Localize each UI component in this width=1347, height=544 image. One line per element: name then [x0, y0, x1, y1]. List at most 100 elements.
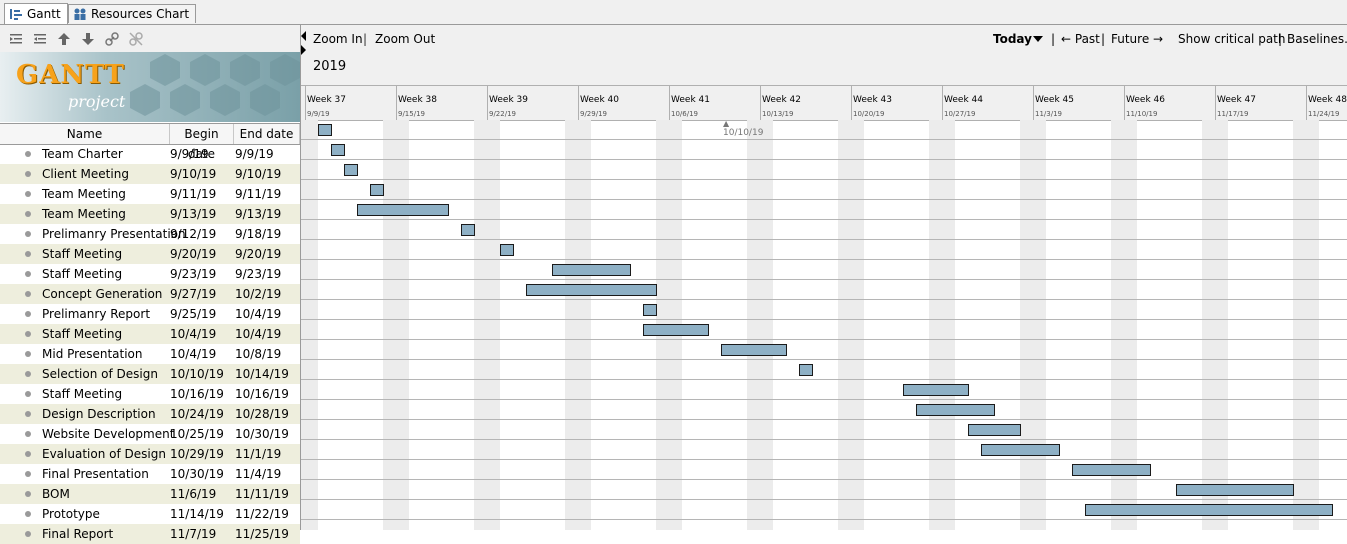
task-bar[interactable]	[1072, 464, 1151, 476]
task-bar[interactable]	[331, 144, 345, 156]
column-header-name[interactable]: Name	[0, 124, 170, 144]
task-bar[interactable]	[318, 124, 332, 136]
row-divider	[301, 179, 1347, 180]
tab-resources-label: Resources Chart	[91, 7, 190, 21]
task-name[interactable]: Staff Meeting	[42, 264, 122, 284]
move-down-icon[interactable]	[80, 31, 96, 47]
task-bar[interactable]	[968, 424, 1021, 436]
expand-right-icon[interactable]	[301, 45, 306, 55]
task-row[interactable]: Final Presentation 10/30/19 11/4/19	[0, 464, 300, 484]
today-caret-icon: ▲	[723, 119, 730, 128]
task-name[interactable]: BOM	[42, 484, 70, 504]
task-row[interactable]: Selection of Design 10/10/19 10/14/19	[0, 364, 300, 384]
task-end-date: 9/13/19	[235, 207, 282, 221]
task-bar[interactable]	[643, 304, 657, 316]
past-link[interactable]: ← Past	[1061, 32, 1100, 46]
week-column-header: Week 40 9/29/19	[578, 86, 670, 120]
task-row[interactable]: Concept Generation 9/27/19 10/2/19	[0, 284, 300, 304]
task-bar[interactable]	[721, 344, 787, 356]
task-bar[interactable]	[552, 264, 631, 276]
task-name[interactable]: Client Meeting	[42, 164, 129, 184]
task-row[interactable]: Mid Presentation 10/4/19 10/8/19	[0, 344, 300, 364]
task-name[interactable]: Final Presentation	[42, 464, 149, 484]
row-divider	[301, 519, 1347, 520]
task-name[interactable]: Selection of Design	[42, 364, 158, 384]
task-begin-date: 9/13/19	[170, 207, 217, 221]
task-bullet-icon	[25, 151, 31, 157]
task-row[interactable]: Team Charter 9/9/19 9/9/19	[0, 144, 300, 164]
task-name[interactable]: Website Development	[42, 424, 174, 444]
task-name[interactable]: Concept Generation	[42, 284, 162, 304]
task-row[interactable]: Team Meeting 9/13/19 9/13/19	[0, 204, 300, 224]
task-end-date: 10/2/19	[235, 287, 282, 301]
task-name[interactable]: Team Meeting	[42, 204, 126, 224]
critical-path-link[interactable]: Show critical path	[1178, 32, 1285, 46]
task-bar[interactable]	[500, 244, 514, 256]
week-column-header: Week 46 11/10/19	[1124, 86, 1216, 120]
task-row[interactable]: Prototype 11/14/19 11/22/19	[0, 504, 300, 524]
task-row[interactable]: Team Meeting 9/11/19 9/11/19	[0, 184, 300, 204]
task-bullet-icon	[25, 291, 31, 297]
move-up-icon[interactable]	[56, 31, 72, 47]
task-bullet-icon	[25, 371, 31, 377]
zoom-in-link[interactable]: Zoom In	[313, 32, 363, 46]
task-name[interactable]: Evaluation of Design	[42, 444, 166, 464]
task-row[interactable]: Prelimanry Report 9/25/19 10/4/19	[0, 304, 300, 324]
task-name[interactable]: Prototype	[42, 504, 100, 524]
task-name[interactable]: Prelimanry Report	[42, 304, 150, 324]
task-bar[interactable]	[643, 324, 709, 336]
task-row[interactable]: Staff Meeting 9/23/19 9/23/19	[0, 264, 300, 284]
task-name[interactable]: Staff Meeting	[42, 324, 122, 344]
task-row[interactable]: Evaluation of Design 10/29/19 11/1/19	[0, 444, 300, 464]
future-link[interactable]: Future →	[1111, 32, 1163, 46]
task-bar[interactable]	[370, 184, 384, 196]
unlink-icon[interactable]	[128, 31, 144, 47]
task-name[interactable]: Team Meeting	[42, 184, 126, 204]
column-header-end[interactable]: End date	[234, 124, 300, 144]
zoom-out-link[interactable]: Zoom Out	[375, 32, 435, 46]
task-row[interactable]: Client Meeting 9/10/19 9/10/19	[0, 164, 300, 184]
indent-icon[interactable]	[8, 31, 24, 47]
task-name[interactable]: Staff Meeting	[42, 244, 122, 264]
task-bar[interactable]	[916, 404, 995, 416]
week-label: Week 48	[1308, 95, 1347, 105]
task-bar[interactable]	[526, 284, 657, 296]
tab-resources-chart[interactable]: Resources Chart	[68, 4, 197, 23]
task-row[interactable]: Prelimanry Presentation 9/12/19 9/18/19	[0, 224, 300, 244]
task-bar[interactable]	[344, 164, 358, 176]
task-name[interactable]: Staff Meeting	[42, 384, 122, 404]
week-label: Week 44	[944, 95, 983, 105]
task-bar[interactable]	[981, 444, 1060, 456]
weekend-band	[383, 120, 409, 530]
link-icon[interactable]	[104, 31, 120, 47]
collapse-left-icon[interactable]	[301, 31, 306, 41]
outdent-icon[interactable]	[32, 31, 48, 47]
task-bar[interactable]	[1085, 504, 1333, 516]
task-row[interactable]: Staff Meeting 10/16/19 10/16/19	[0, 384, 300, 404]
task-name[interactable]: Team Charter	[42, 144, 123, 164]
task-bar[interactable]	[357, 204, 449, 216]
task-bar[interactable]	[461, 224, 475, 236]
tab-gantt[interactable]: Gantt	[4, 3, 68, 24]
week-label: Week 42	[762, 95, 801, 105]
task-tree-panel: GANTT project Name Begin date End date T…	[0, 25, 301, 544]
task-name[interactable]: Mid Presentation	[42, 344, 142, 364]
task-name[interactable]: Prelimanry Presentation	[42, 224, 186, 244]
task-end-date: 11/11/19	[235, 487, 289, 501]
task-row[interactable]: Staff Meeting 9/20/19 9/20/19	[0, 244, 300, 264]
task-row[interactable]: Design Description 10/24/19 10/28/19	[0, 404, 300, 424]
task-bar[interactable]	[1176, 484, 1294, 496]
task-begin-date: 9/27/19	[170, 287, 217, 301]
task-bar[interactable]	[903, 384, 969, 396]
column-header-begin[interactable]: Begin date	[170, 124, 234, 161]
task-name[interactable]: Design Description	[42, 404, 156, 424]
task-name[interactable]: Final Report	[42, 524, 113, 544]
task-row[interactable]: BOM 11/6/19 11/11/19	[0, 484, 300, 504]
today-dropdown-icon[interactable]	[1033, 33, 1043, 47]
today-button[interactable]: Today	[993, 32, 1032, 46]
task-row[interactable]: Final Report 11/7/19 11/25/19	[0, 524, 300, 544]
task-row[interactable]: Website Development 10/25/19 10/30/19	[0, 424, 300, 444]
baselines-link[interactable]: Baselines...	[1287, 32, 1347, 46]
task-bar[interactable]	[799, 364, 813, 376]
task-row[interactable]: Staff Meeting 10/4/19 10/4/19	[0, 324, 300, 344]
